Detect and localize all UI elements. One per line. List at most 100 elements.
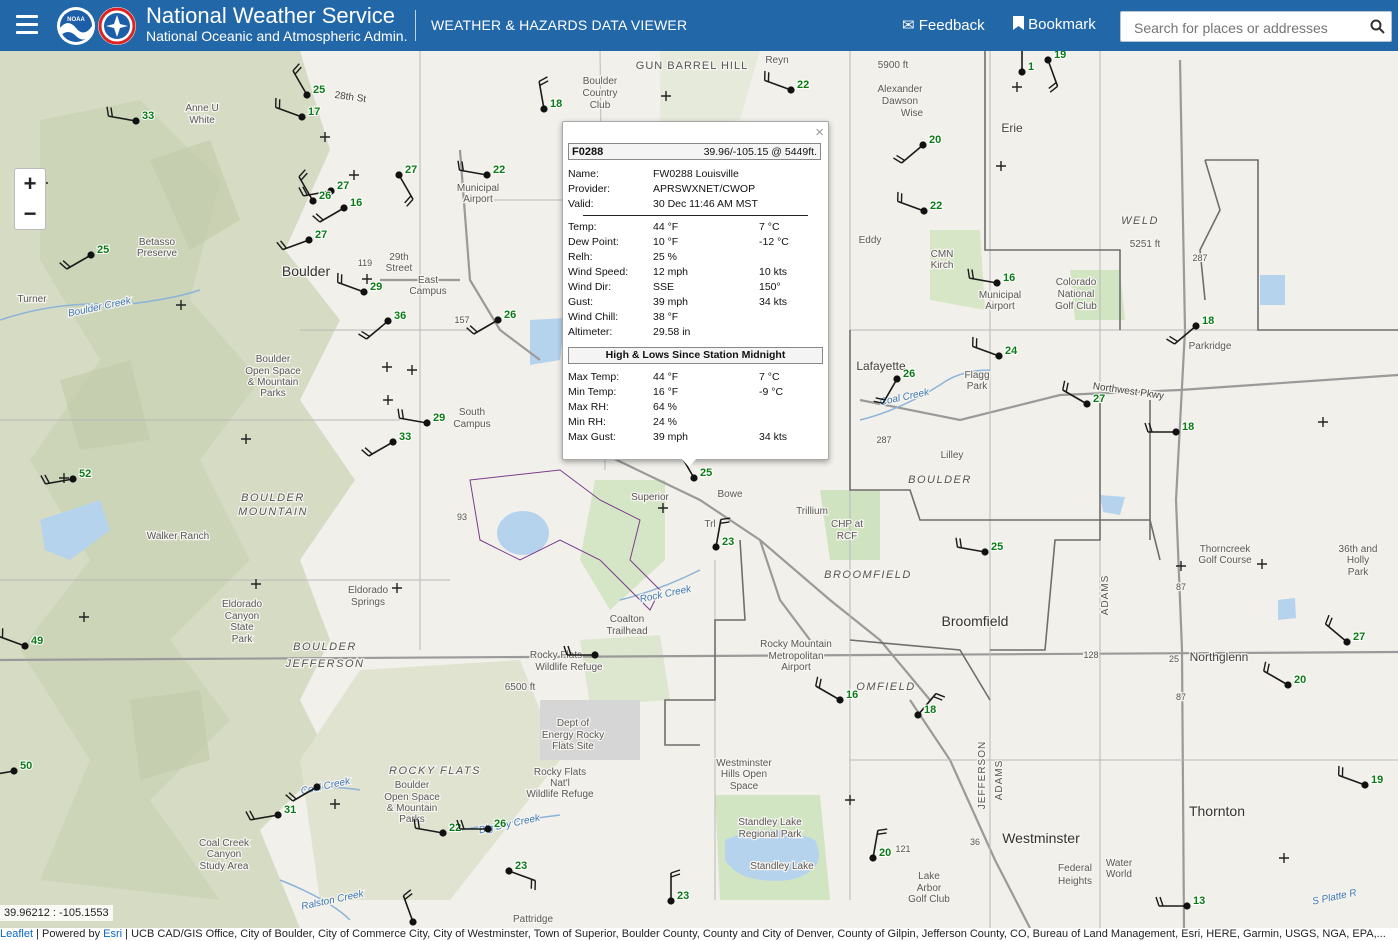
popup-separator <box>583 215 808 216</box>
gust-label: 22 <box>930 200 942 212</box>
map-label: BOULDER <box>908 474 972 486</box>
gust-label: 18 <box>1202 315 1214 327</box>
station-dot[interactable] <box>914 711 922 719</box>
map-label: 36 <box>970 837 980 847</box>
station-dot[interactable] <box>132 117 140 125</box>
station-dot[interactable] <box>360 288 368 296</box>
station-dot[interactable] <box>340 204 348 212</box>
map-label: Dawson <box>882 96 918 107</box>
station-dot[interactable] <box>298 113 306 121</box>
gust-label: 18 <box>550 98 562 110</box>
station-dot[interactable] <box>1172 428 1180 436</box>
map-attribution: Leaflet | Powered by Esri | UCB CAD/GIS … <box>0 928 1398 941</box>
map-label: BOULDER <box>293 641 357 653</box>
station-dot[interactable] <box>10 767 18 775</box>
map-label: Boulder <box>256 354 291 365</box>
station-dot[interactable] <box>1284 681 1292 689</box>
obs-value-alt: 34 kts <box>759 296 788 308</box>
station-dot[interactable] <box>1044 56 1052 64</box>
station-dot[interactable] <box>309 197 317 205</box>
map-label: Bowe <box>717 489 742 500</box>
station-dot[interactable] <box>303 91 311 99</box>
obs-row: Wind Speed: 12 mph 10 kts <box>568 266 823 281</box>
station-dot[interactable] <box>87 251 95 259</box>
station-dot[interactable] <box>423 419 431 427</box>
leaflet-link[interactable]: Leaflet <box>0 928 33 940</box>
station-dot[interactable] <box>591 651 599 659</box>
station-dot[interactable] <box>384 317 392 325</box>
feedback-button[interactable]: ✉ Feedback <box>902 16 985 34</box>
zoom-in-button[interactable]: + <box>14 168 46 200</box>
station-dot[interactable] <box>505 867 513 875</box>
station-dot[interactable] <box>389 438 397 446</box>
map-label: Arbor <box>917 883 942 894</box>
map-label: Wildlife Refuge <box>535 662 603 673</box>
search-input[interactable] <box>1132 13 1374 42</box>
station-dot[interactable] <box>1083 400 1091 408</box>
station-dot[interactable] <box>836 696 844 704</box>
map-label: East <box>418 275 438 286</box>
meta-value: APRSWXNET/CWOP <box>653 183 756 195</box>
popup-tip <box>681 458 697 467</box>
station-dot[interactable] <box>1183 902 1191 910</box>
gust-label: 26 <box>319 190 331 202</box>
zoom-out-button[interactable]: − <box>14 199 46 230</box>
map-label: Boulder <box>282 263 331 279</box>
station-dot[interactable] <box>21 642 29 650</box>
gust-label: 29 <box>370 281 382 293</box>
map-label: Country <box>582 88 617 99</box>
station-dot[interactable] <box>787 86 795 94</box>
station-dot[interactable] <box>540 105 548 113</box>
search-box[interactable] <box>1120 11 1392 42</box>
station-dot[interactable] <box>484 825 492 833</box>
gust-label: 23 <box>722 536 734 548</box>
gust-label: 33 <box>399 431 411 443</box>
map-label: Municipal <box>979 290 1021 301</box>
map-label: Heights <box>1058 876 1092 887</box>
station-dot[interactable] <box>995 352 1003 360</box>
popup-close-button[interactable]: × <box>815 124 824 141</box>
station-dot[interactable] <box>439 829 447 837</box>
station-dot[interactable] <box>409 918 417 926</box>
obs-row: Altimeter: 29.58 in <box>568 326 823 341</box>
station-dot[interactable] <box>667 897 675 905</box>
station-dot[interactable] <box>869 854 877 862</box>
station-dot[interactable] <box>712 543 720 551</box>
bookmark-button[interactable]: Bookmark <box>1013 16 1096 33</box>
hamburger-menu-icon[interactable] <box>16 15 38 35</box>
obs-label: Relh: <box>568 251 593 263</box>
station-dot[interactable] <box>305 236 313 244</box>
station-dot[interactable] <box>494 316 502 324</box>
station-dot[interactable] <box>1018 68 1026 76</box>
gust-label: 26 <box>504 309 516 321</box>
station-dot[interactable] <box>483 171 491 179</box>
hilo-value-alt: -9 °C <box>759 386 784 398</box>
map-label: CHP at <box>831 519 863 530</box>
station-dot[interactable] <box>1361 781 1369 789</box>
hilo-label: Min RH: <box>568 416 606 428</box>
powered-by-text: | Powered by <box>33 928 104 940</box>
station-dot[interactable] <box>690 474 698 482</box>
map-label: Anne U <box>185 103 218 114</box>
station-dot[interactable] <box>1192 322 1200 330</box>
obs-row: Temp: 44 °F 7 °C <box>568 221 823 236</box>
obs-row: Gust: 39 mph 34 kts <box>568 296 823 311</box>
station-dot[interactable] <box>981 548 989 556</box>
station-dot[interactable] <box>274 811 282 819</box>
map-label: 36th and <box>1339 544 1378 555</box>
station-dot[interactable] <box>69 475 77 483</box>
obs-value: 44 °F <box>653 221 679 233</box>
esri-link[interactable]: Esri <box>103 928 122 940</box>
station-dot[interactable] <box>919 141 927 149</box>
station-dot[interactable] <box>1343 638 1351 646</box>
map-label: World <box>1106 869 1132 880</box>
station-dot[interactable] <box>993 279 1001 287</box>
station-dot[interactable] <box>920 207 928 215</box>
hilo-value: 44 °F <box>653 371 679 383</box>
station-dot[interactable] <box>313 783 321 791</box>
map-label: Thornton <box>1189 803 1245 819</box>
search-icon[interactable] <box>1370 19 1385 34</box>
hilo-value: 16 °F <box>653 386 679 398</box>
station-dot[interactable] <box>395 171 403 179</box>
station-dot[interactable] <box>893 375 901 383</box>
